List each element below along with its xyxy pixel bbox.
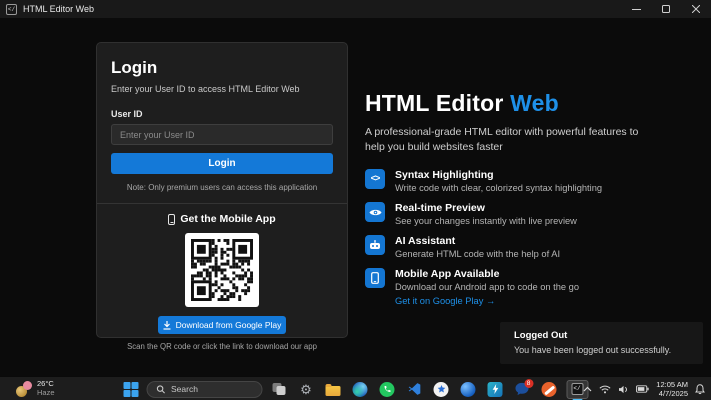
search-input[interactable]: Search — [146, 380, 262, 398]
lightning-app-icon[interactable] — [485, 379, 505, 399]
minimize-icon[interactable] — [621, 0, 651, 18]
window-controls — [621, 0, 711, 18]
app-icon: </ — [6, 3, 17, 15]
smartphone-icon — [365, 268, 385, 289]
taskbar: 26°C Haze Search ⚙ 8 </ 12:05 AM 4/7/202… — [0, 376, 711, 400]
feature-ai-assistant: AI Assistant Generate HTML code with the… — [365, 235, 675, 259]
google-play-link[interactable]: Get it on Google Play → — [395, 296, 579, 306]
haze-weather-icon — [16, 381, 32, 397]
window-title: HTML Editor Web — [23, 4, 95, 14]
vscode-icon[interactable] — [404, 379, 424, 399]
feature-realtime-preview: Real-time Preview See your changes insta… — [365, 202, 675, 226]
download-icon — [163, 320, 171, 330]
hero-title: HTML Editor Web — [365, 90, 559, 116]
task-view-icon[interactable] — [269, 379, 289, 399]
taskbar-center: Search ⚙ 8 </ — [123, 377, 588, 400]
whatsapp-icon[interactable] — [377, 379, 397, 399]
edge-browser-icon[interactable] — [350, 379, 370, 399]
logout-toast: Logged Out You have been logged out succ… — [500, 322, 703, 364]
phone-icon — [168, 213, 176, 225]
system-tray: 12:05 AM 4/7/2025 — [583, 377, 705, 400]
search-icon — [156, 384, 165, 393]
qr-code — [185, 233, 259, 307]
user-id-input[interactable] — [111, 124, 333, 145]
scan-hint: Scan the QR code or click the link to do… — [127, 342, 317, 351]
notification-badge: 8 — [524, 378, 533, 388]
speaker-icon[interactable] — [618, 385, 629, 394]
taskbar-clock[interactable]: 12:05 AM 4/7/2025 — [656, 380, 688, 398]
login-subheading: Enter your User ID to access HTML Editor… — [111, 84, 300, 94]
start-button[interactable] — [123, 381, 139, 397]
premium-note: Note: Only premium users can access this… — [126, 183, 318, 192]
mobile-app-heading: Get the Mobile App — [111, 213, 333, 225]
feature-mobile-app: Mobile App Available Download our Androi… — [365, 268, 675, 306]
feature-list: <> Syntax Highlighting Write code with c… — [365, 169, 675, 306]
eye-icon — [365, 202, 385, 223]
download-google-play-button[interactable]: Download from Google Play — [158, 316, 286, 334]
blue-sphere-app-icon[interactable] — [458, 379, 478, 399]
hero-title-accent: Web — [510, 90, 559, 116]
app-content: Login Enter your User ID to access HTML … — [0, 18, 711, 376]
settings-gear-icon[interactable]: ⚙ — [296, 379, 316, 399]
desktop: </ HTML Editor Web Login Enter your User… — [0, 0, 711, 400]
wifi-icon[interactable] — [599, 385, 611, 394]
login-button[interactable]: Login — [111, 153, 333, 174]
login-heading: Login — [111, 58, 158, 77]
hero-section: HTML Editor Web A professional-grade HTM… — [365, 90, 675, 306]
window-titlebar: </ HTML Editor Web — [0, 0, 711, 18]
weather-condition: Haze — [37, 388, 55, 397]
feature-syntax-highlighting: <> Syntax Highlighting Write code with c… — [365, 169, 675, 193]
robot-icon — [365, 235, 385, 256]
tray-chevron-up-icon[interactable] — [583, 386, 592, 392]
clock-date: 4/7/2025 — [658, 389, 688, 398]
close-icon[interactable] — [681, 0, 711, 18]
hero-description: A professional-grade HTML editor with po… — [365, 126, 639, 154]
file-explorer-icon[interactable] — [323, 379, 343, 399]
toast-title: Logged Out — [514, 330, 568, 341]
light-circle-app-icon[interactable] — [431, 379, 451, 399]
toast-message: You have been logged out successfully. — [514, 345, 672, 355]
weather-widget[interactable]: 26°C Haze — [16, 377, 55, 400]
chat-app-icon[interactable]: 8 — [512, 378, 533, 399]
card-divider — [97, 203, 347, 204]
user-id-label: User ID — [111, 109, 143, 119]
clock-time: 12:05 AM — [656, 380, 688, 389]
code-icon: <> — [365, 169, 385, 190]
html-editor-glyph: </ — [571, 383, 583, 395]
login-card: Login Enter your User ID to access HTML … — [96, 42, 348, 351]
notification-bell-icon[interactable] — [695, 383, 705, 395]
maximize-icon[interactable] — [651, 0, 681, 18]
battery-icon[interactable] — [636, 385, 649, 393]
orange-app-icon[interactable] — [539, 379, 559, 399]
